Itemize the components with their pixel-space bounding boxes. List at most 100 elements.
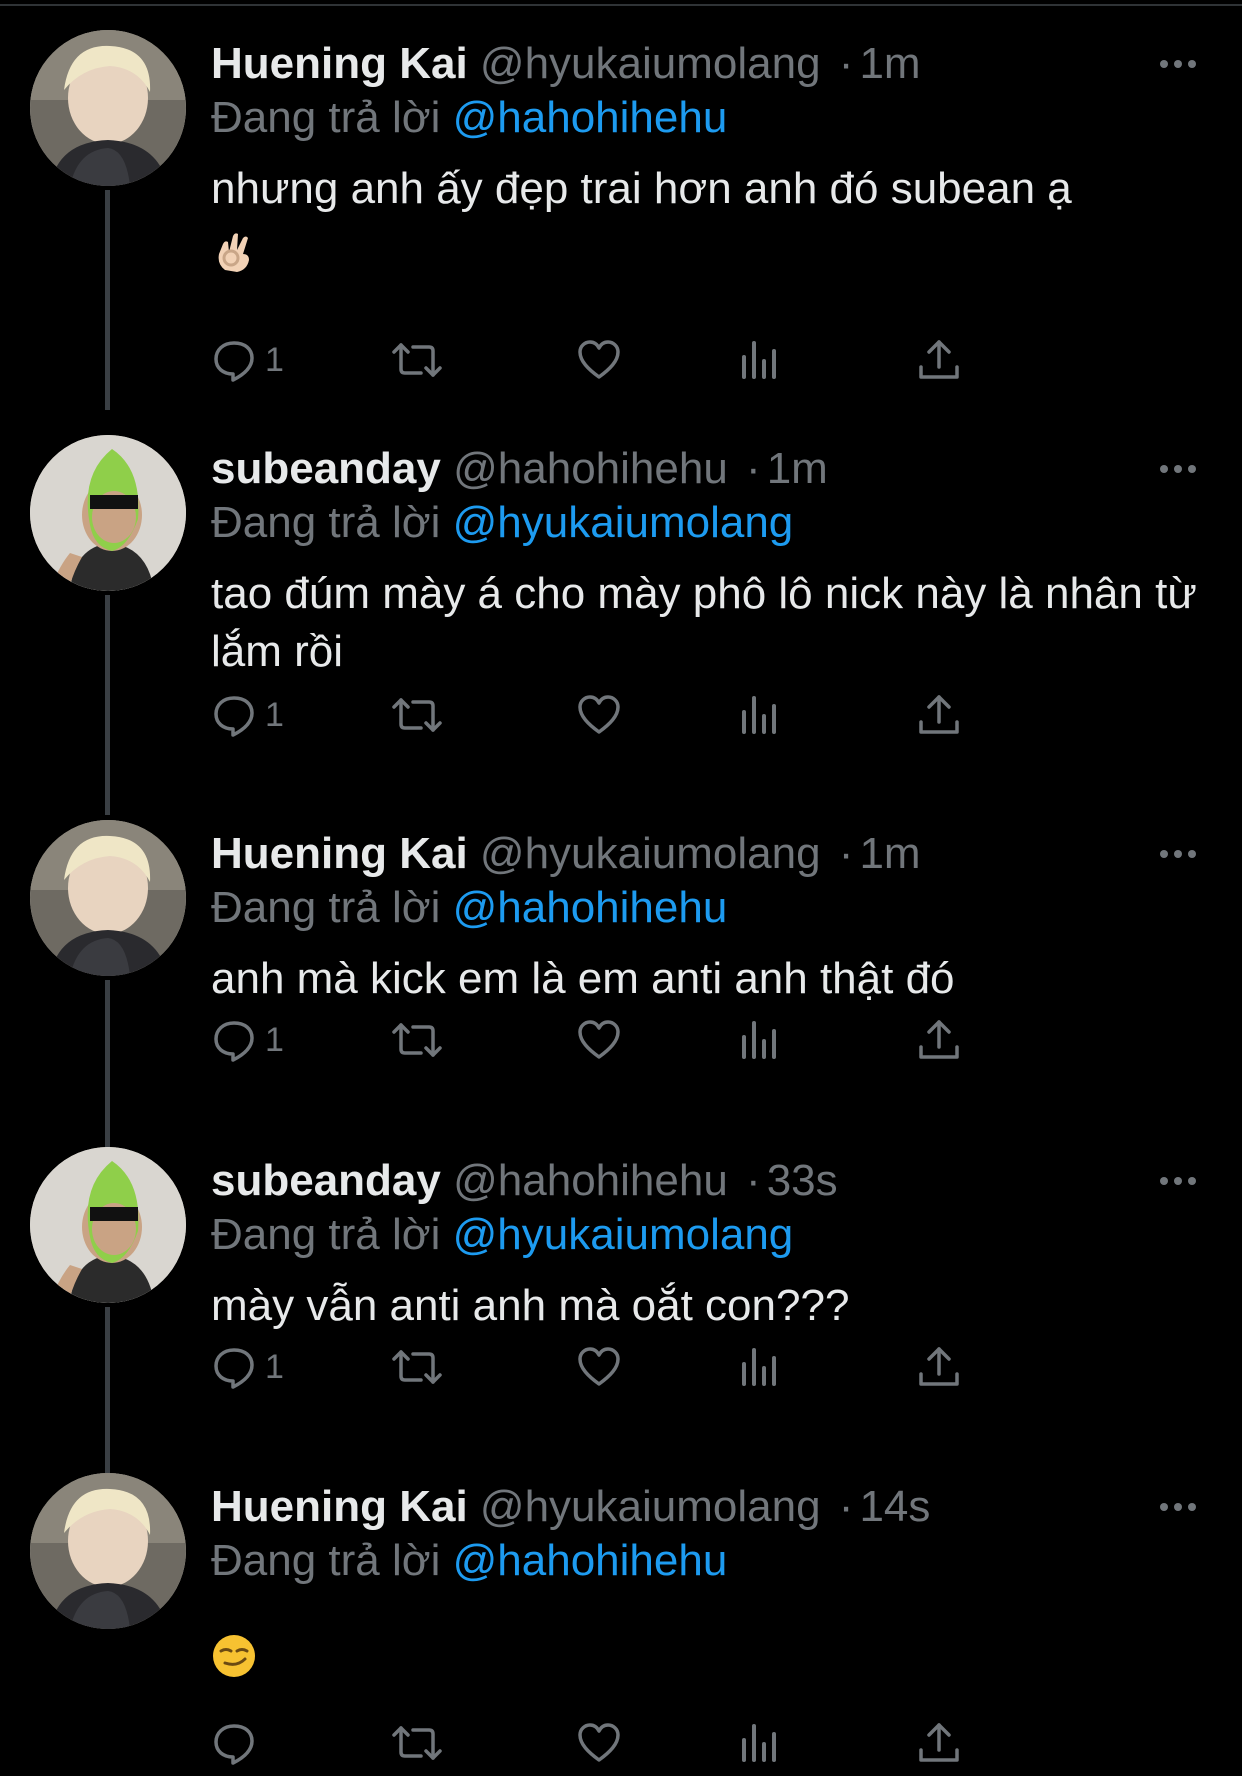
reply-bubble-icon [214, 696, 254, 737]
like-button[interactable] [576, 1337, 622, 1397]
replying-to: Đang trả lời @hyukaiumolang [211, 1207, 793, 1263]
avatar[interactable] [30, 435, 186, 591]
more-options-button[interactable] [1154, 834, 1202, 874]
timestamp[interactable]: 1m [859, 829, 920, 878]
retweet-button[interactable] [391, 1010, 443, 1070]
reply-count: 1 [265, 1347, 284, 1386]
user-handle[interactable]: @hahohihehu [453, 1156, 728, 1205]
reply-button[interactable]: 1 [211, 330, 284, 390]
replying-to-handle-link[interactable]: @hahohihehu [453, 883, 728, 932]
display-name[interactable]: Huening Kai [211, 1482, 468, 1531]
retweet-button[interactable] [391, 685, 443, 745]
avatar[interactable] [30, 820, 186, 976]
thread-connector-line [105, 595, 110, 815]
views-button[interactable] [736, 1713, 782, 1773]
more-horizontal-icon [1160, 465, 1196, 473]
tweet-body: tao đúm mày á cho mày phô lô nick này là… [211, 569, 1197, 676]
share-button[interactable] [916, 1010, 962, 1070]
reply-button[interactable]: 1 [211, 1337, 284, 1397]
share-upload-icon [919, 1723, 959, 1762]
bar-chart-icon [742, 1021, 776, 1059]
timestamp[interactable]: 1m [767, 444, 828, 493]
tweet-actions: 1 [211, 685, 1111, 745]
replying-to: Đang trả lời @hahohihehu [211, 880, 727, 936]
replying-to-handle-link[interactable]: @hahohihehu [453, 93, 728, 142]
replying-to: Đang trả lời @hyukaiumolang [211, 495, 793, 551]
share-button[interactable] [916, 685, 962, 745]
avatar[interactable] [30, 1473, 186, 1629]
tweet-text: nhưng anh ấy đẹp trai hơn anh đó subean … [211, 160, 1201, 276]
thread-connector-line [105, 190, 110, 410]
replying-to-label: Đang trả lời [211, 93, 441, 142]
tweet-text [211, 1625, 1201, 1683]
replying-to-label: Đang trả lời [211, 498, 441, 547]
display-name[interactable]: Huening Kai [211, 39, 468, 88]
user-handle[interactable]: @hyukaiumolang [480, 39, 821, 88]
like-button[interactable] [576, 1010, 622, 1070]
share-button[interactable] [916, 1337, 962, 1397]
replying-to-handle-link[interactable]: @hyukaiumolang [453, 498, 794, 547]
tweet-actions [211, 1713, 1111, 1773]
retweet-icon [392, 1350, 442, 1384]
tweet-header: Huening Kai @hyukaiumolang · 14s [211, 1479, 1092, 1535]
retweet-icon [392, 1726, 442, 1760]
replying-to: Đang trả lời @hahohihehu [211, 90, 727, 146]
timestamp[interactable]: 33s [767, 1156, 838, 1205]
like-button[interactable] [576, 685, 622, 745]
tweet-text: anh mà kick em là em anti anh thật đó [211, 950, 1201, 1008]
views-button[interactable] [736, 1337, 782, 1397]
share-upload-icon [919, 340, 959, 379]
replying-to-handle-link[interactable]: @hyukaiumolang [453, 1210, 794, 1259]
display-name[interactable]: subeanday [211, 444, 441, 493]
display-name[interactable]: Huening Kai [211, 829, 468, 878]
tweet-actions: 1 [211, 330, 1111, 390]
more-options-button[interactable] [1154, 449, 1202, 489]
reply-button[interactable]: 1 [211, 685, 284, 745]
share-button[interactable] [916, 330, 962, 390]
share-button[interactable] [916, 1713, 962, 1773]
more-options-button[interactable] [1154, 1487, 1202, 1527]
separator-dot: · [838, 829, 854, 878]
like-button[interactable] [576, 330, 622, 390]
avatar[interactable] [30, 30, 186, 186]
more-horizontal-icon [1160, 1177, 1196, 1185]
tweet-body: anh mà kick em là em anti anh thật đó [211, 954, 955, 1003]
user-handle[interactable]: @hyukaiumolang [480, 1482, 821, 1531]
views-button[interactable] [736, 685, 782, 745]
ok-hand-emoji-icon [211, 230, 257, 276]
tweet-body: mày vẫn anti anh mà oắt con??? [211, 1281, 850, 1330]
user-handle[interactable]: @hahohihehu [453, 444, 728, 493]
retweet-button[interactable] [391, 1713, 443, 1773]
top-divider [0, 4, 1242, 6]
more-options-button[interactable] [1154, 44, 1202, 84]
thread-connector-line [105, 980, 110, 1150]
separator-dot: · [838, 39, 854, 88]
retweet-button[interactable] [391, 1337, 443, 1397]
views-button[interactable] [736, 330, 782, 390]
reply-button[interactable]: 1 [211, 1010, 284, 1070]
retweet-icon [392, 698, 442, 732]
separator-dot: · [746, 1156, 761, 1205]
share-upload-icon [919, 695, 959, 734]
user-handle[interactable]: @hyukaiumolang [480, 829, 821, 878]
reply-bubble-icon [214, 1348, 254, 1389]
heart-icon [578, 695, 620, 734]
avatar[interactable] [30, 1147, 186, 1303]
heart-icon [578, 1020, 620, 1059]
views-button[interactable] [736, 1010, 782, 1070]
reply-bubble-icon [214, 1724, 254, 1765]
heart-icon [578, 340, 620, 379]
replying-to-handle-link[interactable]: @hahohihehu [453, 1536, 728, 1585]
timestamp[interactable]: 14s [859, 1482, 930, 1531]
retweet-button[interactable] [391, 330, 443, 390]
tweet-header: Huening Kai @hyukaiumolang · 1m [211, 826, 1092, 882]
like-button[interactable] [576, 1713, 622, 1773]
reply-bubble-icon [214, 341, 254, 382]
more-options-button[interactable] [1154, 1161, 1202, 1201]
tweet-actions: 1 [211, 1337, 1111, 1397]
tweet-header: subeanday @hahohihehu · 1m [211, 441, 1092, 497]
reply-button[interactable] [211, 1713, 265, 1773]
timestamp[interactable]: 1m [859, 39, 920, 88]
tweet-header: subeanday @hahohihehu · 33s [211, 1153, 1092, 1209]
display-name[interactable]: subeanday [211, 1156, 441, 1205]
